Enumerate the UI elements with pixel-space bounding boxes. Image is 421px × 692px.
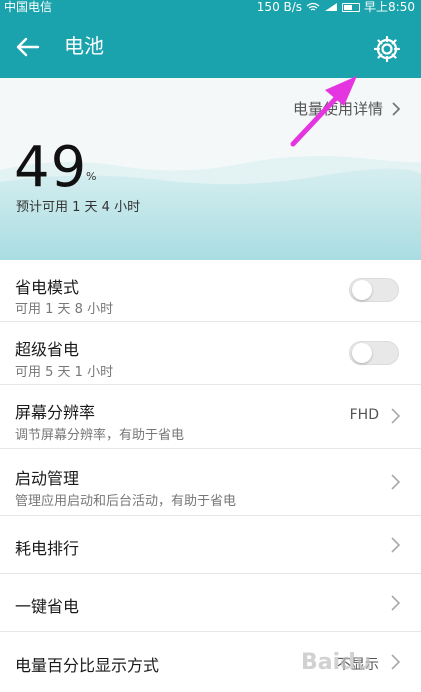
row-screen-resolution[interactable]: 屏幕分辨率 调节屏幕分辨率，有助于省电 FHD	[0, 385, 421, 449]
toggle-knob	[352, 280, 372, 300]
battery-icon	[342, 2, 361, 12]
battery-estimate: 预计可用 1 天 4 小时	[16, 200, 141, 215]
carrier-label: 中国电信	[4, 0, 53, 14]
chevron-right-icon	[391, 537, 401, 553]
row-ultra-power-saving[interactable]: 超级省电 可用 5 天 1 小时	[0, 322, 421, 385]
arrow-left-icon[interactable]	[12, 32, 42, 62]
power-saving-toggle[interactable]	[349, 278, 399, 302]
resolution-value: FHD	[349, 407, 379, 423]
row-subtitle: 管理应用启动和后台活动，有助于省电	[15, 494, 237, 509]
network-speed: 150 B/s	[256, 0, 303, 14]
signal-icon	[325, 3, 338, 11]
row-subtitle: 可用 5 天 1 小时	[15, 365, 114, 380]
row-power-ranking[interactable]: 耗电排行	[0, 516, 421, 574]
status-icons: 150 B/s 早上8:50	[257, 0, 415, 14]
usage-detail-label: 电量使用详情	[292, 100, 383, 118]
row-subtitle: 可用 1 天 8 小时	[15, 302, 114, 317]
chevron-right-icon	[391, 595, 401, 611]
watermark-text: Baidu	[301, 650, 372, 675]
battery-hero: 电量使用详情 49 % 预计可用 1 天 4 小时	[0, 78, 421, 260]
clock: 早上8:50	[364, 0, 415, 14]
gear-icon[interactable]	[372, 34, 402, 64]
app-bar: 电池	[0, 14, 421, 78]
row-title: 电量百分比显示方式	[15, 656, 160, 675]
usage-detail-link[interactable]: 电量使用详情	[293, 98, 401, 119]
row-title: 超级省电	[15, 340, 80, 359]
chevron-right-icon	[391, 474, 401, 490]
row-title: 耗电排行	[15, 539, 80, 558]
baidu-watermark: Baidu	[301, 640, 411, 684]
chevron-right-icon	[391, 408, 401, 424]
row-title: 一键省电	[15, 597, 80, 616]
battery-percent: 49	[14, 135, 88, 200]
row-subtitle: 调节屏幕分辨率，有助于省电	[15, 428, 185, 443]
ultra-power-saving-toggle[interactable]	[349, 341, 399, 365]
settings-list: 省电模式 可用 1 天 8 小时 超级省电 可用 5 天 1 小时 屏幕分辨率 …	[0, 260, 421, 692]
row-title: 屏幕分辨率	[15, 403, 96, 422]
row-startup-management[interactable]: 启动管理 管理应用启动和后台活动，有助于省电	[0, 449, 421, 516]
row-power-saving[interactable]: 省电模式 可用 1 天 8 小时	[0, 260, 421, 322]
row-title: 省电模式	[15, 278, 80, 297]
row-one-tap-saving[interactable]: 一键省电	[0, 574, 421, 632]
percent-sign: %	[86, 170, 97, 183]
toggle-knob	[352, 343, 372, 363]
status-bar: 中国电信 150 B/s 早上8:50	[0, 0, 421, 14]
row-title: 启动管理	[15, 469, 80, 488]
wifi-icon	[306, 2, 320, 11]
page-title: 电池	[64, 34, 104, 58]
chevron-right-icon	[392, 101, 401, 116]
